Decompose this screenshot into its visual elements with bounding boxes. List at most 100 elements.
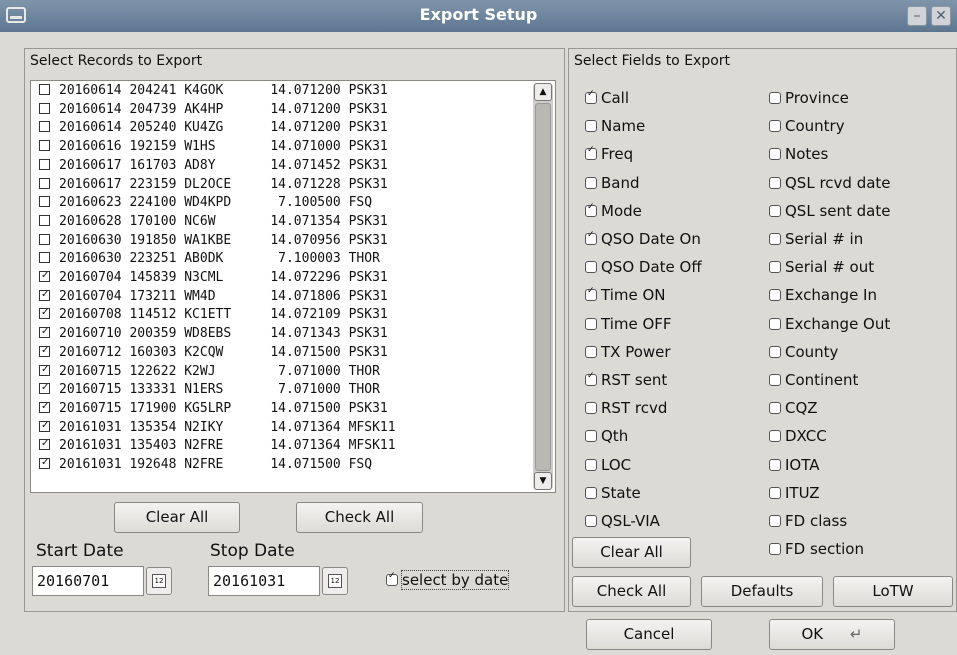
- record-checkbox[interactable]: [39, 305, 50, 321]
- record-row[interactable]: 20160614 204739 AK4HP 14.071200 PSK31: [39, 102, 388, 118]
- record-row[interactable]: 20160628 170100 NC6W 14.071354 PSK31: [39, 214, 388, 230]
- record-row[interactable]: 20160704 145839 N3CML 14.072296 PSK31: [39, 268, 388, 286]
- field-checkbox[interactable]: IOTA: [769, 456, 820, 474]
- field-checkbox[interactable]: QSL-VIA: [585, 512, 660, 530]
- field-checkbox[interactable]: Call: [585, 89, 629, 107]
- record-row[interactable]: 20160630 191850 WA1KBE 14.070956 PSK31: [39, 233, 388, 249]
- record-row[interactable]: 20160617 223159 DL2OCE 14.071228 PSK31: [39, 177, 388, 193]
- record-row[interactable]: 20161031 135403 N2FRE 14.071364 MFSK11: [39, 436, 396, 454]
- record-checkbox[interactable]: [39, 362, 50, 378]
- stop-date-calendar-button[interactable]: 12: [322, 567, 348, 595]
- record-checkbox[interactable]: [39, 399, 50, 415]
- record-row[interactable]: 20160623 224100 WD4KPD 7.100500 FSQ: [39, 195, 372, 211]
- record-row[interactable]: 20160708 114512 KC1ETT 14.072109 PSK31: [39, 305, 388, 323]
- field-checkbox[interactable]: Exchange In: [769, 286, 877, 304]
- field-checkbox[interactable]: RST sent: [585, 371, 667, 389]
- checkbox-icon: [585, 486, 597, 499]
- records-check-all-button[interactable]: Check All: [296, 502, 423, 533]
- field-checkbox[interactable]: DXCC: [769, 427, 827, 445]
- defaults-button[interactable]: Defaults: [701, 576, 823, 607]
- record-checkbox[interactable]: [39, 102, 50, 114]
- field-checkbox[interactable]: Exchange Out: [769, 315, 890, 333]
- field-checkbox[interactable]: Country: [769, 117, 845, 135]
- record-checkbox[interactable]: [39, 455, 50, 471]
- record-row[interactable]: 20160715 133331 N1ERS 7.071000 THOR: [39, 380, 380, 398]
- field-checkbox[interactable]: Serial # out: [769, 258, 874, 276]
- field-checkbox[interactable]: QSO Date On: [585, 230, 701, 248]
- record-row[interactable]: 20160715 171900 KG5LRP 14.071500 PSK31: [39, 399, 388, 417]
- record-checkbox[interactable]: [39, 177, 50, 189]
- field-checkbox[interactable]: FD section: [769, 540, 864, 558]
- field-checkbox[interactable]: County: [769, 343, 838, 361]
- records-clear-all-button[interactable]: Clear All: [114, 502, 240, 533]
- start-date-field[interactable]: 20160701: [32, 566, 144, 596]
- start-date-calendar-button[interactable]: 12: [146, 567, 172, 595]
- scroll-down-icon[interactable]: ▼: [534, 472, 552, 490]
- checkbox-icon: [585, 176, 597, 189]
- field-checkbox[interactable]: Band: [585, 174, 640, 192]
- stop-date-field[interactable]: 20161031: [208, 566, 320, 596]
- field-checkbox[interactable]: Serial # in: [769, 230, 863, 248]
- record-row[interactable]: 20161031 135354 N2IKY 14.071364 MFSK11: [39, 418, 396, 436]
- record-checkbox[interactable]: [39, 343, 50, 359]
- record-row[interactable]: 20160616 192159 W1HS 14.071000 PSK31: [39, 139, 388, 155]
- records-list[interactable]: 20160614 204241 K4GOK 14.071200 PSK31 201…: [30, 80, 556, 493]
- record-text: 20160616 192159 W1HS 14.071000 PSK31: [59, 139, 388, 155]
- field-checkbox[interactable]: CQZ: [769, 399, 818, 417]
- scroll-up-icon[interactable]: ▲: [534, 83, 552, 101]
- record-checkbox[interactable]: [39, 196, 50, 208]
- field-checkbox[interactable]: FD class: [769, 512, 847, 530]
- field-checkbox[interactable]: ITUZ: [769, 484, 820, 502]
- record-checkbox[interactable]: [39, 418, 50, 434]
- record-checkbox[interactable]: [39, 84, 50, 95]
- ok-button[interactable]: OK ↵: [769, 619, 895, 650]
- record-text: 20160628 170100 NC6W 14.071354 PSK31: [59, 213, 388, 229]
- select-by-date-checkbox[interactable]: select by date: [386, 570, 510, 590]
- record-checkbox[interactable]: [39, 324, 50, 340]
- record-row[interactable]: 20160712 160303 K2CQW 14.071500 PSK31: [39, 343, 388, 361]
- record-checkbox[interactable]: [39, 436, 50, 452]
- lotw-button[interactable]: LoTW: [833, 576, 953, 607]
- field-checkbox[interactable]: Province: [769, 89, 849, 107]
- field-checkbox[interactable]: LOC: [585, 456, 631, 474]
- record-row[interactable]: 20160710 200359 WD8EBS 14.071343 PSK31: [39, 324, 388, 342]
- record-row[interactable]: 20161031 192648 N2FRE 14.071500 FSQ: [39, 455, 372, 473]
- record-row[interactable]: 20160614 205240 KU4ZG 14.071200 PSK31: [39, 120, 388, 136]
- record-checkbox[interactable]: [39, 252, 50, 264]
- record-row[interactable]: 20160715 122622 K2WJ 7.071000 THOR: [39, 362, 380, 380]
- record-checkbox[interactable]: [39, 380, 50, 396]
- field-checkbox[interactable]: QSL rcvd date: [769, 174, 891, 192]
- record-text: 20160715 122622 K2WJ 7.071000 THOR: [59, 363, 380, 379]
- record-checkbox[interactable]: [39, 233, 50, 245]
- field-checkbox[interactable]: QSO Date Off: [585, 258, 702, 276]
- field-checkbox[interactable]: State: [585, 484, 641, 502]
- record-checkbox[interactable]: [39, 158, 50, 170]
- record-row[interactable]: 20160704 173211 WM4D 14.071806 PSK31: [39, 287, 388, 305]
- field-checkbox[interactable]: Freq: [585, 145, 633, 163]
- record-checkbox[interactable]: [39, 287, 50, 303]
- record-row[interactable]: 20160614 204241 K4GOK 14.071200 PSK31: [39, 83, 388, 99]
- fields-clear-all-button[interactable]: Clear All: [572, 537, 691, 568]
- field-checkbox[interactable]: Notes: [769, 145, 828, 163]
- record-checkbox[interactable]: [39, 268, 50, 284]
- record-checkbox[interactable]: [39, 214, 50, 226]
- field-checkbox[interactable]: QSL sent date: [769, 202, 890, 220]
- record-row[interactable]: 20160617 161703 AD8Y 14.071452 PSK31: [39, 158, 388, 174]
- record-row[interactable]: 20160630 223251 AB0DK 7.100003 THOR: [39, 251, 380, 267]
- cancel-button[interactable]: Cancel: [586, 619, 712, 650]
- records-scrollbar[interactable]: ▲ ▼: [533, 83, 553, 490]
- field-checkbox[interactable]: Qth: [585, 427, 628, 445]
- field-checkbox[interactable]: Continent: [769, 371, 858, 389]
- minimize-button[interactable]: –: [907, 6, 927, 26]
- field-checkbox[interactable]: Time OFF: [585, 315, 672, 333]
- record-checkbox[interactable]: [39, 140, 50, 152]
- field-checkbox[interactable]: TX Power: [585, 343, 671, 361]
- close-button[interactable]: ✕: [931, 6, 951, 26]
- scroll-thumb[interactable]: [535, 103, 551, 471]
- record-checkbox[interactable]: [39, 121, 50, 133]
- fields-check-all-button[interactable]: Check All: [572, 576, 691, 607]
- field-checkbox[interactable]: Mode: [585, 202, 642, 220]
- field-checkbox[interactable]: RST rcvd: [585, 399, 667, 417]
- field-checkbox[interactable]: Name: [585, 117, 645, 135]
- field-checkbox[interactable]: Time ON: [585, 286, 666, 304]
